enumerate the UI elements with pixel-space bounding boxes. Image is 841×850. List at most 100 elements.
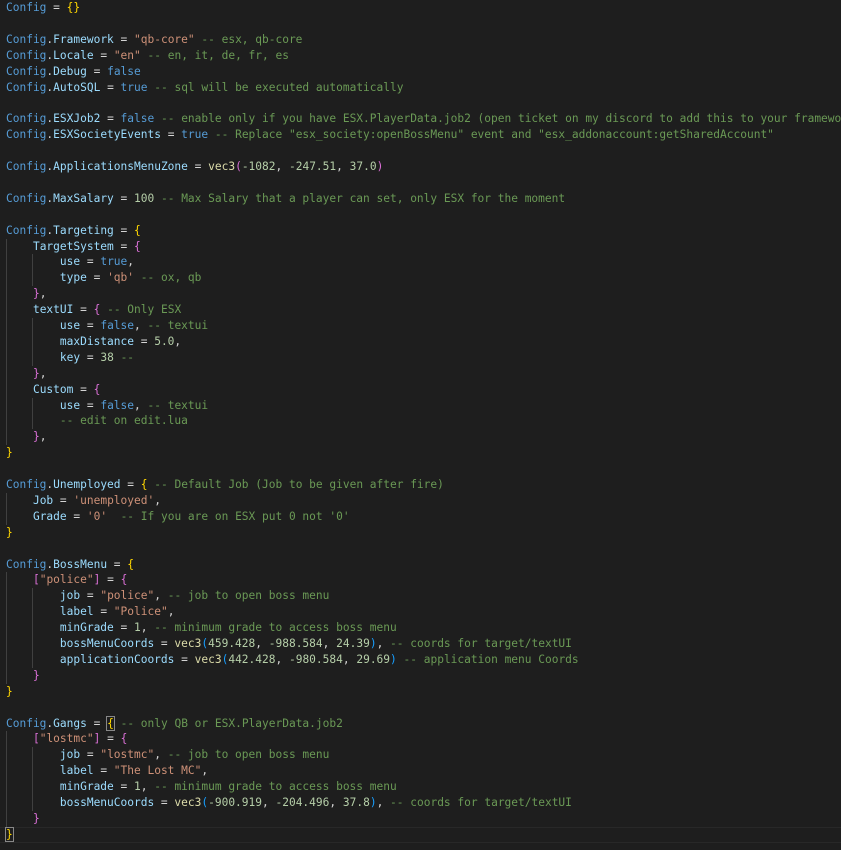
- code-line: Config.AutoSQL = true -- sql will be exe…: [6, 80, 403, 96]
- code-line: Config.Unemployed = { -- Default Job (Jo…: [6, 477, 444, 493]
- code-token: =: [73, 303, 94, 317]
- code-token: =: [100, 80, 121, 94]
- code-line: minGrade = 1, -- minimum grade to access…: [6, 779, 397, 795]
- code-token: ESXJob2: [53, 112, 101, 126]
- code-token: =: [80, 589, 101, 603]
- code-token: "en": [113, 48, 141, 62]
- code-token: ,: [322, 637, 337, 650]
- code-line: textUI = { -- Only ESX: [6, 302, 181, 318]
- code-token: =: [120, 478, 141, 491]
- code-token: {: [93, 382, 101, 396]
- code-token: "The Lost MC": [113, 764, 202, 778]
- code-token: -- Only ESX: [107, 303, 182, 317]
- code-line: use = false, -- textui: [6, 318, 208, 334]
- code-token: 1: [134, 780, 141, 794]
- code-token: ,: [154, 589, 168, 603]
- code-token: =: [86, 64, 108, 78]
- code-token: minGrade: [59, 621, 114, 635]
- code-token: -- If you are on ESX put 0 not '0': [120, 509, 350, 523]
- code-token: ,: [167, 605, 175, 619]
- code-line: -- edit on edit.lua: [6, 413, 188, 429]
- code-token: -204.496: [275, 796, 330, 809]
- code-token: =: [113, 223, 135, 237]
- code-token: false: [120, 112, 155, 126]
- code-token: 459.428: [208, 637, 256, 650]
- code-token: =: [53, 493, 74, 507]
- code-token: ,: [134, 398, 148, 412]
- code-token: {: [120, 732, 128, 746]
- code-line: Config.Gangs = { -- only QB or ESX.Playe…: [6, 715, 343, 732]
- code-line: type = 'qb' -- ox, qb: [6, 270, 202, 286]
- code-line: Config.Framework = "qb-core" -- esx, qb-…: [6, 32, 302, 48]
- code-token: }: [6, 446, 13, 460]
- code-line: Custom = {: [6, 382, 100, 398]
- code-token: ,: [174, 334, 182, 348]
- code-token: Config: [6, 48, 47, 62]
- code-line: }: [6, 811, 40, 827]
- code-token: ,: [262, 796, 276, 809]
- code-token: Config: [6, 80, 47, 94]
- code-line: maxDistance = 5.0,: [6, 334, 181, 350]
- code-token: {: [127, 557, 135, 571]
- code-token: =: [66, 509, 87, 523]
- code-token: vec3: [208, 160, 236, 173]
- code-token: -- minimum grade to access boss menu: [154, 780, 397, 794]
- code-token: AutoSQL: [53, 80, 101, 94]
- code-token: false: [107, 64, 141, 78]
- code-token: -- textui: [147, 319, 209, 332]
- code-line: Config.ESXSocietyEvents = true -- Replac…: [6, 127, 774, 143]
- code-token: Config: [6, 160, 47, 173]
- code-editor[interactable]: Config = {} Config.Framework = "qb-core" …: [0, 0, 841, 850]
- code-token: -- enable only if you have ESX.PlayerDat…: [160, 112, 841, 126]
- code-token: -- esx, qb-core: [201, 32, 303, 46]
- code-token: bossMenuCoords: [59, 637, 155, 650]
- code-token: "lostmc": [39, 732, 94, 746]
- code-token: =: [160, 128, 182, 142]
- code-line: ["lostmc"] = {: [6, 731, 127, 747]
- code-token: -- application menu Coords: [403, 652, 579, 666]
- code-line: Config.BossMenu = {: [6, 557, 134, 573]
- code-token: ,: [336, 160, 350, 173]
- code-token: 'unemployed': [73, 493, 155, 507]
- code-token: -988.584: [268, 637, 323, 650]
- code-token: "police": [100, 589, 155, 603]
- code-token: =: [46, 1, 67, 14]
- code-token: --: [120, 350, 135, 364]
- code-token: -900.919: [208, 796, 262, 809]
- code-line: bossMenuCoords = vec3(-900.919, -204.496…: [6, 795, 572, 811]
- code-token: Config: [6, 32, 47, 46]
- code-token: ,: [201, 764, 209, 778]
- code-token: ,: [275, 652, 289, 666]
- code-token: ,: [342, 652, 357, 666]
- code-line: use = true,: [6, 254, 134, 270]
- code-token: -- edit on edit.lua: [59, 414, 188, 428]
- code-token: =: [174, 652, 195, 666]
- code-token: =: [93, 605, 114, 619]
- code-token: applicationCoords: [59, 652, 175, 666]
- code-token: job: [59, 589, 81, 603]
- code-token: Grade: [32, 509, 67, 523]
- code-token: =: [100, 573, 121, 587]
- code-line: bossMenuCoords = vec3(459.428, -988.584,…: [6, 636, 572, 652]
- code-token: ,: [255, 637, 269, 650]
- code-token: ,: [140, 621, 155, 635]
- code-line: use = false, -- textui: [6, 398, 208, 414]
- code-token: "police": [39, 573, 94, 587]
- code-token: =: [86, 271, 108, 285]
- code-token: "qb-core": [134, 32, 195, 46]
- code-token: use: [59, 255, 81, 269]
- code-line: TargetSystem = {: [6, 239, 141, 255]
